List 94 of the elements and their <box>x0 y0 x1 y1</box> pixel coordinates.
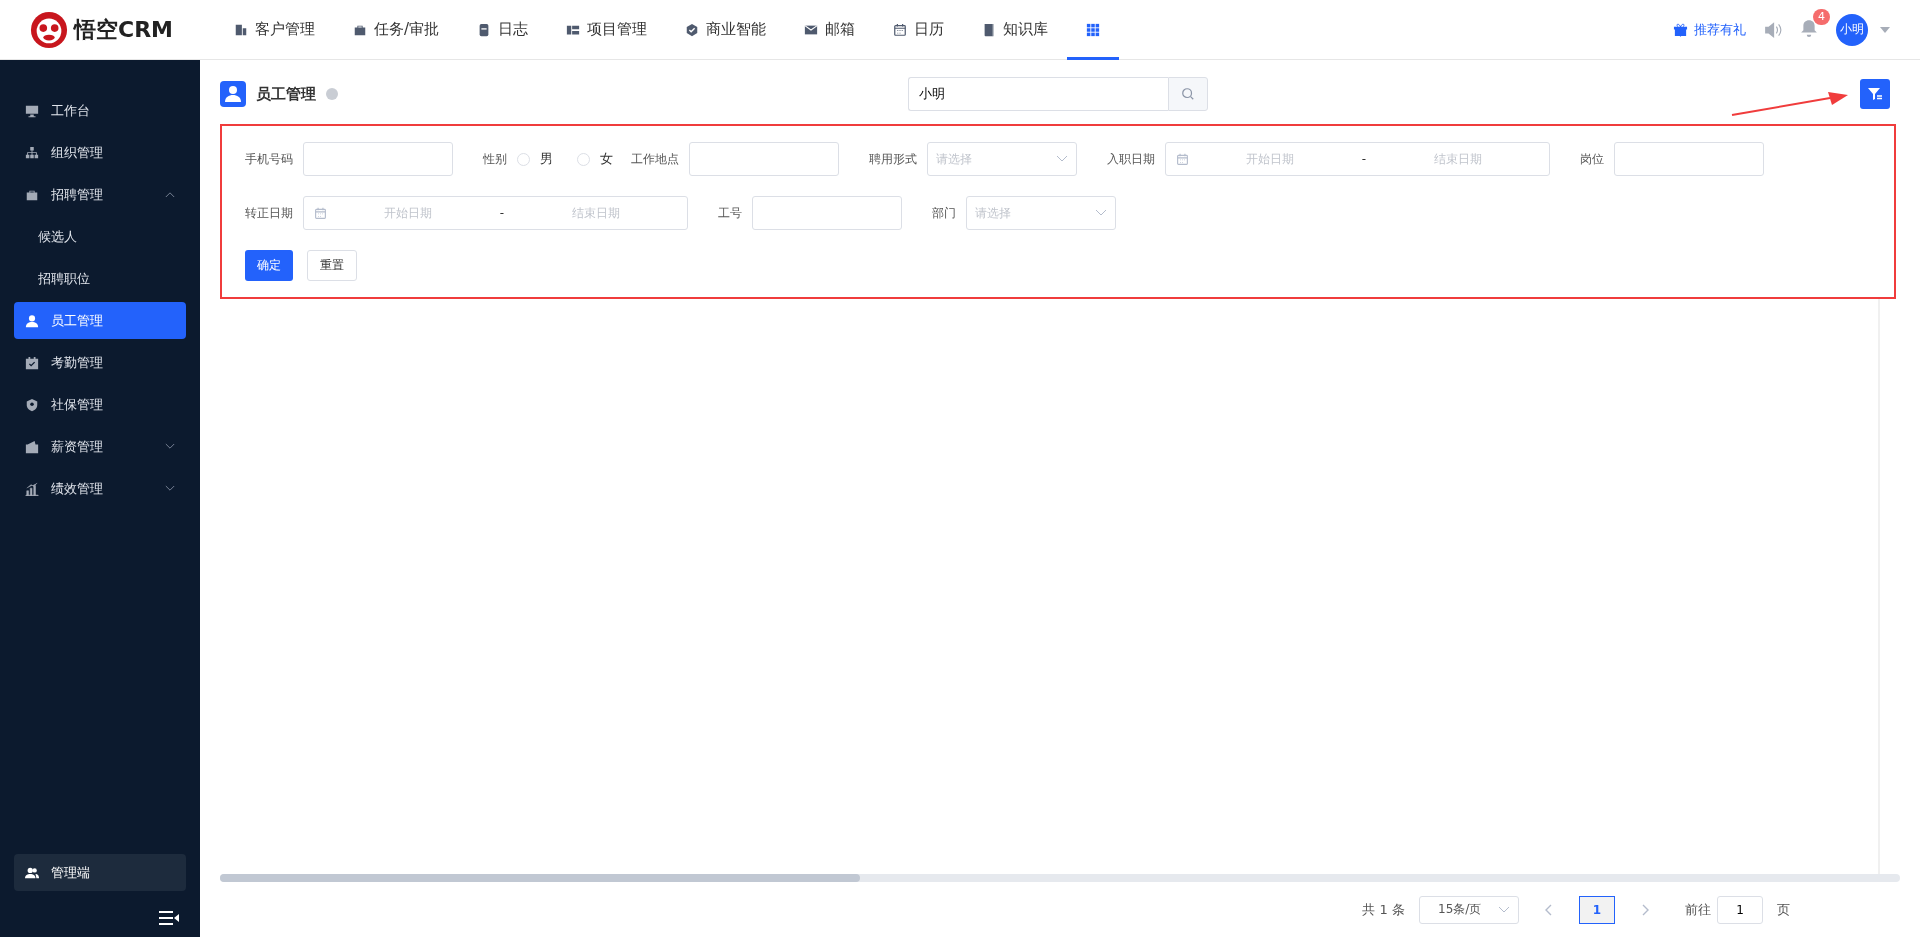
sidebar-item[interactable]: 社保管理 <box>14 386 186 423</box>
start-date-placeholder: 开始日期 <box>383 204 434 222</box>
status-dot-icon <box>326 88 338 100</box>
filter-icon <box>1867 86 1883 102</box>
chevron-down-icon <box>1095 209 1107 217</box>
speaker-icon[interactable] <box>1764 20 1782 39</box>
nav-tab[interactable]: 日志 <box>458 0 548 60</box>
field-label: 聘用形式 <box>869 150 917 168</box>
field-label: 性别 <box>483 150 507 168</box>
nav-tab[interactable]: 邮箱 <box>785 0 875 60</box>
sidebar-item[interactable]: 薪资管理 <box>14 428 186 465</box>
grid-icon <box>1086 22 1101 37</box>
chevron-down-icon <box>1056 155 1068 163</box>
reset-button[interactable]: 重置 <box>307 250 357 281</box>
org-icon <box>25 145 39 160</box>
goto-label: 前往 <box>1685 900 1711 919</box>
nav-tab[interactable]: 商业智能 <box>666 0 786 60</box>
gift-link[interactable]: 推荐有礼 <box>1673 20 1746 39</box>
radio-option[interactable]: 女 <box>577 150 613 168</box>
sidebar-subitem[interactable]: 招聘职位 <box>14 260 186 297</box>
total-count: 共 1 条 <box>1362 900 1405 919</box>
scrollbar-thumb[interactable] <box>220 874 860 882</box>
next-page-icon[interactable] <box>1641 903 1649 916</box>
page-suffix: 页 <box>1777 900 1790 919</box>
date-range-field[interactable]: 开始日期 - 结束日期 <box>1165 142 1550 176</box>
admin-button[interactable]: 管理端 <box>14 854 186 891</box>
field-label: 岗位 <box>1580 150 1604 168</box>
input-field[interactable] <box>752 196 902 230</box>
logo-text: 悟空CRM <box>74 15 173 44</box>
chevron-down-icon <box>1498 905 1510 914</box>
end-date-placeholder: 结束日期 <box>1432 150 1483 168</box>
sidebar-subitem[interactable]: 候选人 <box>14 218 186 255</box>
monkey-logo-icon <box>30 10 68 49</box>
chevron-down-icon <box>165 443 175 450</box>
calendar-icon <box>893 22 908 37</box>
building-icon <box>234 22 248 37</box>
monitor-icon <box>25 103 39 118</box>
search-button[interactable] <box>1168 77 1208 111</box>
notification-badge: 4 <box>1813 8 1830 25</box>
sidebar-item[interactable]: 招聘管理 <box>14 176 186 213</box>
page-number[interactable]: 1 <box>1579 895 1615 924</box>
input-field[interactable] <box>303 142 453 176</box>
collapse-menu-icon[interactable] <box>158 911 180 925</box>
start-date-placeholder: 开始日期 <box>1245 150 1296 168</box>
hexagon-icon <box>685 22 700 37</box>
sidebar-item[interactable]: 员工管理 <box>14 302 186 339</box>
field-label: 转正日期 <box>245 204 293 222</box>
page-input[interactable]: 1 <box>1717 895 1763 924</box>
confirm-button[interactable]: 确定 <box>245 250 293 281</box>
check-icon <box>25 355 39 370</box>
radio-label: 女 <box>600 150 613 168</box>
caret-icon[interactable] <box>1880 26 1890 33</box>
page-title: 员工管理 <box>256 84 316 104</box>
nav-tab[interactable]: 任务/审批 <box>334 0 459 60</box>
field-label: 工号 <box>718 204 742 222</box>
calendar-icon <box>1176 152 1189 166</box>
nav-tab[interactable]: 知识库 <box>963 0 1068 60</box>
radio-label: 男 <box>540 150 553 168</box>
sidebar-item[interactable]: 考勤管理 <box>14 344 186 381</box>
user-avatar[interactable]: 小明 <box>1836 13 1868 46</box>
bell-icon[interactable] <box>1800 18 1818 37</box>
chevron-down-icon <box>165 485 175 492</box>
radio-option[interactable]: 男 <box>517 150 553 168</box>
page-size-select[interactable]: 15条/页 <box>1419 895 1519 924</box>
input-field[interactable] <box>689 142 839 176</box>
calendar-icon <box>314 206 327 220</box>
field-label: 手机号码 <box>245 150 293 168</box>
nav-tab[interactable]: 项目管理 <box>547 0 667 60</box>
field-label: 部门 <box>932 204 956 222</box>
input-field[interactable] <box>1614 142 1764 176</box>
field-label: 工作地点 <box>631 150 679 168</box>
chart-icon <box>25 481 39 496</box>
horizontal-scrollbar[interactable] <box>220 874 1900 882</box>
filter-button[interactable] <box>1860 79 1890 109</box>
sidebar-item[interactable]: 工作台 <box>14 92 186 129</box>
sidebar-item[interactable]: 绩效管理 <box>14 470 186 507</box>
nav-tab[interactable]: 日历 <box>874 0 964 60</box>
field-label: 入职日期 <box>1107 150 1155 168</box>
search-field[interactable]: 小明 <box>908 77 1168 111</box>
shield-icon <box>25 397 39 412</box>
gift-icon <box>1673 22 1688 37</box>
end-date-placeholder: 结束日期 <box>570 204 621 222</box>
users-icon <box>25 865 39 880</box>
range-separator: - <box>498 206 506 220</box>
nav-tab[interactable]: 客户管理 <box>215 0 334 60</box>
range-separator: - <box>1360 152 1368 166</box>
mail-icon <box>804 22 819 37</box>
search-icon <box>1181 87 1195 101</box>
user-icon <box>220 81 246 107</box>
date-range-field[interactable]: 开始日期 - 结束日期 <box>303 196 688 230</box>
chevron-up-icon <box>165 191 175 198</box>
user-icon <box>25 313 39 328</box>
sidebar-item[interactable]: 组织管理 <box>14 134 186 171</box>
previous-page-icon[interactable] <box>1545 903 1553 916</box>
